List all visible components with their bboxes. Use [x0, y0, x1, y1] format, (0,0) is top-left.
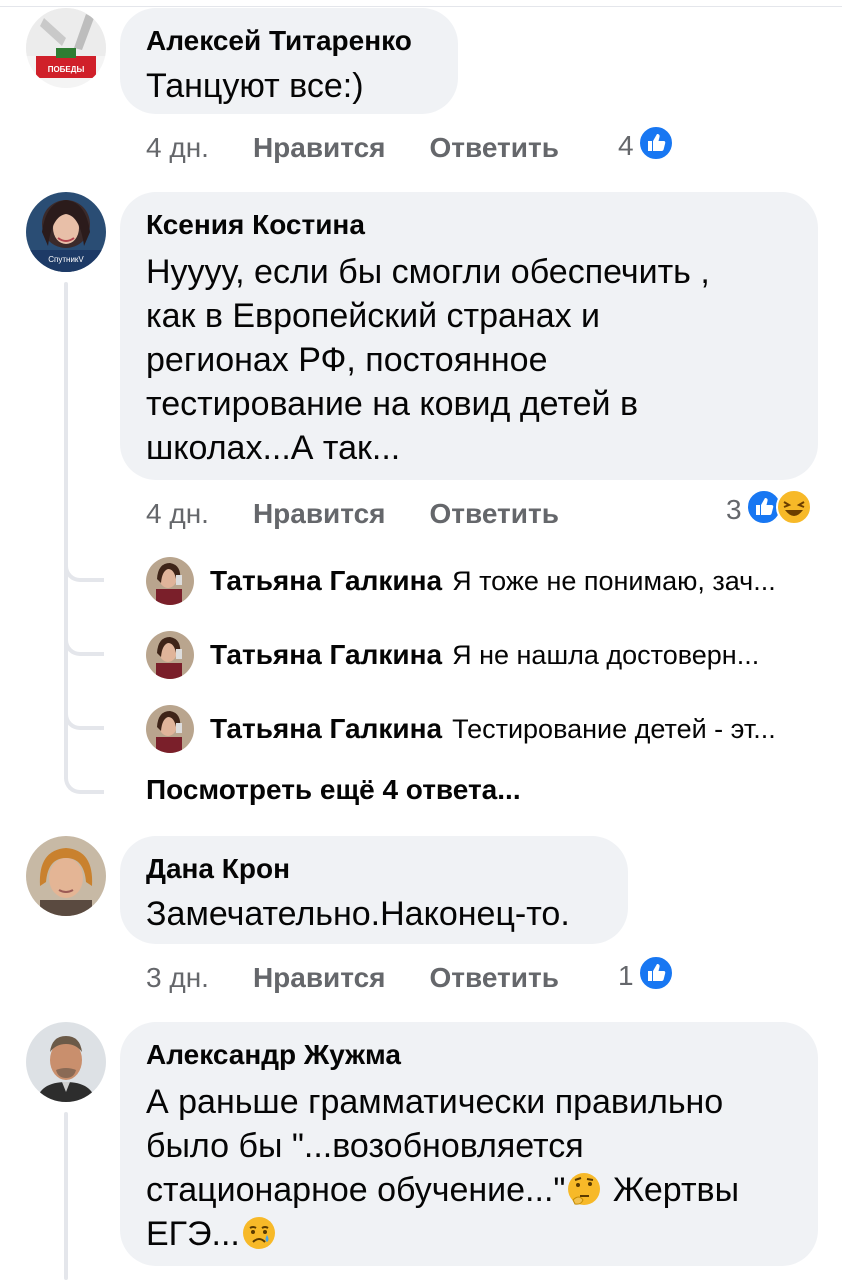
reactions[interactable]: 1 [618, 954, 674, 998]
thinking-face-emoji [565, 1170, 603, 1208]
comment-bubble: Ксения Костина Нуууу, если бы смогли обе… [120, 192, 818, 480]
thread-elbow [64, 630, 104, 656]
thread-elbow [64, 704, 104, 730]
avatar[interactable] [146, 557, 194, 605]
avatar[interactable] [146, 705, 194, 753]
avatar[interactable]: СпутникV [26, 192, 106, 272]
reply-item[interactable]: Татьяна Галкина Тестирование детей - эт.… [146, 704, 822, 754]
reply-item[interactable]: Татьяна Галкина Я тоже не понимаю, зач..… [146, 556, 822, 606]
thread-elbow [64, 768, 104, 794]
reply-item[interactable]: Татьяна Галкина Я не нашла достоверн... [146, 630, 822, 680]
comment-actions: 4 дн. Нравится Ответить [146, 128, 559, 168]
comment-time[interactable]: 3 дн. [146, 962, 209, 994]
reply-text: Я тоже не понимаю, зач... [452, 565, 776, 596]
reply-text: Тестирование детей - эт... [452, 713, 776, 744]
comment-time[interactable]: 4 дн. [146, 498, 209, 530]
crying-face-emoji [240, 1214, 278, 1252]
like-button[interactable]: Нравится [253, 962, 386, 994]
view-more-replies-link[interactable]: Посмотреть ещё 4 ответа... [146, 774, 521, 806]
reply-text: Я не нашла достоверн... [452, 639, 760, 670]
comment-bubble: Александр Жужма А раньше грамматически п… [120, 1022, 818, 1266]
avatar[interactable] [146, 631, 194, 679]
reaction-count: 1 [618, 960, 634, 991]
avatar-caption: ПОБЕДЫ [48, 65, 85, 74]
avatar[interactable] [26, 836, 106, 916]
comment-text: А раньше грамматически правильно было бы… [146, 1083, 740, 1253]
reactions[interactable]: 4 [618, 124, 674, 168]
comment-bubble: Дана Крон Замечательно.Наконец-то. [120, 836, 628, 944]
like-reaction-icon [637, 124, 674, 168]
like-button[interactable]: Нравится [253, 498, 386, 530]
comment-time[interactable]: 4 дн. [146, 132, 209, 164]
reaction-count: 4 [618, 130, 634, 161]
comment-author[interactable]: Алексей Титаренко [146, 24, 432, 58]
thread-line [64, 1112, 68, 1280]
comment-text: Танцуют все:) [146, 67, 364, 105]
avatar-caption: СпутникV [48, 255, 84, 264]
comment-text: Нуууу, если бы смогли обеспечить , как в… [146, 253, 710, 467]
comment-actions: 3 дн. Нравится Ответить [146, 958, 559, 998]
haha-reaction-icon [775, 488, 812, 532]
comment-author[interactable]: Александр Жужма [146, 1038, 792, 1072]
avatar[interactable] [26, 1022, 106, 1102]
thread-elbow [64, 556, 104, 582]
like-button[interactable]: Нравится [253, 132, 386, 164]
reply-author[interactable]: Татьяна Галкина [210, 565, 442, 597]
comment-author[interactable]: Дана Крон [146, 852, 602, 886]
comment-actions: 4 дн. Нравится Ответить [146, 494, 559, 534]
reply-button[interactable]: Ответить [430, 962, 559, 994]
reactions[interactable]: 3 [726, 488, 812, 532]
reply-author[interactable]: Татьяна Галкина [210, 639, 442, 671]
like-reaction-icon [637, 954, 674, 998]
reaction-count: 3 [726, 494, 742, 525]
comment-author[interactable]: Ксения Костина [146, 208, 792, 242]
top-divider [0, 6, 842, 7]
reply-button[interactable]: Ответить [430, 132, 559, 164]
comment-text: Замечательно.Наконец-то. [146, 895, 570, 933]
avatar[interactable]: ПОБЕДЫ [26, 8, 106, 88]
reply-author[interactable]: Татьяна Галкина [210, 713, 442, 745]
reply-button[interactable]: Ответить [430, 498, 559, 530]
comment-bubble: Алексей Титаренко Танцуют все:) [120, 8, 458, 114]
